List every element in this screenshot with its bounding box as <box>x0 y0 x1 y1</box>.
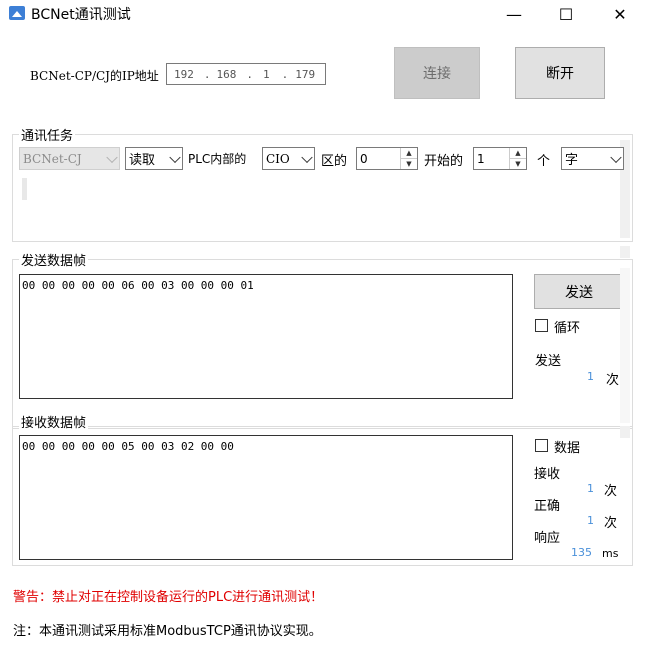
area-select[interactable]: CIO <box>262 147 315 170</box>
chevron-down-icon <box>106 151 118 163</box>
plc-label: PLC内部的 <box>188 152 247 166</box>
title-bar: BCNet通讯测试 — ☐ ✕ <box>0 0 651 28</box>
ip-octet-4: 179 <box>295 67 316 81</box>
unit-value: 字 <box>565 153 579 168</box>
count-value: 1 <box>477 151 485 166</box>
connect-button[interactable]: 连接 <box>394 47 480 99</box>
loop-checkbox[interactable] <box>535 319 548 332</box>
unit-select[interactable]: 字 <box>561 147 624 170</box>
app-icon <box>9 6 25 20</box>
recv-count: 1 <box>587 482 594 495</box>
correct-times-unit: 次 <box>604 516 618 531</box>
area-suffix-label: 区的 <box>321 154 348 169</box>
receive-scrollbar-top[interactable] <box>620 426 630 438</box>
device-value: BCNet-CJ <box>23 151 82 166</box>
area-value: CIO <box>266 151 290 166</box>
response-label: 响应 <box>534 531 561 546</box>
count-label: 个 <box>537 154 551 169</box>
device-select[interactable]: BCNet-CJ <box>19 147 120 170</box>
ip-octet-2: 168 <box>216 67 237 81</box>
close-button[interactable]: ✕ <box>597 0 643 28</box>
task-inner-scrollbar[interactable] <box>22 178 27 200</box>
send-scrollbar[interactable] <box>620 268 630 423</box>
response-ms: 135 <box>571 546 592 559</box>
correct-count: 1 <box>587 514 594 527</box>
chevron-down-icon <box>301 151 313 163</box>
data-label: 数据 <box>554 441 581 456</box>
recv-label: 接收 <box>534 467 561 482</box>
window-title: BCNet通讯测试 <box>31 7 131 23</box>
arrow-down-icon[interactable]: ▼ <box>510 159 526 169</box>
warning-text: 警告：禁止对正在控制设备运行的PLC进行通讯测试！ <box>13 590 324 605</box>
arrow-down-icon[interactable]: ▼ <box>401 159 417 169</box>
loop-label: 循环 <box>554 321 581 336</box>
start-address-value: 0 <box>360 151 368 166</box>
receive-group-title: 接收数据帧 <box>19 412 89 431</box>
data-checkbox[interactable] <box>535 439 548 452</box>
task-group-title: 通讯任务 <box>19 125 76 144</box>
ip-separator: . <box>281 67 289 81</box>
sent-label: 发送 <box>535 354 562 369</box>
note-text: 注：本通讯测试采用标准ModbusTCP通讯协议实现。 <box>13 624 322 639</box>
ip-separator: . <box>246 67 253 81</box>
sent-times-unit: 次 <box>606 373 620 388</box>
ip-octet-1: 192 <box>174 67 194 81</box>
start-address-stepper[interactable]: 0 ▲ ▼ <box>356 147 418 170</box>
disconnect-button[interactable]: 断开 <box>515 47 605 99</box>
minimize-button[interactable]: — <box>491 0 537 28</box>
dialog-body: BCNet-CP/CJ的IP地址 192 . 168 . 1 . 179 连接 … <box>0 28 651 650</box>
chevron-down-icon <box>610 151 622 163</box>
correct-label: 正确 <box>534 499 561 514</box>
ip-label: BCNet-CP/CJ的IP地址 <box>30 69 159 83</box>
send-group-title: 发送数据帧 <box>19 250 89 269</box>
ip-address-input[interactable]: 192 . 168 . 1 . 179 <box>166 63 326 85</box>
operation-value: 读取 <box>129 153 156 168</box>
maximize-button[interactable]: ☐ <box>543 0 589 28</box>
send-scrollbar-top[interactable] <box>620 246 630 258</box>
ms-unit: ms <box>602 547 619 560</box>
operation-select[interactable]: 读取 <box>125 147 183 170</box>
stepper-arrows[interactable]: ▲ ▼ <box>509 148 526 169</box>
send-button[interactable]: 发送 <box>534 274 624 309</box>
arrow-up-icon[interactable]: ▲ <box>510 148 526 159</box>
sent-count: 1 <box>587 370 594 383</box>
ip-octet-3: 1 <box>263 67 270 81</box>
send-frame-textarea[interactable]: 00 00 00 00 00 06 00 03 00 00 00 01 <box>19 274 513 399</box>
start-label: 开始的 <box>424 154 464 169</box>
chevron-down-icon <box>169 151 181 163</box>
stepper-arrows[interactable]: ▲ ▼ <box>400 148 417 169</box>
recv-times-unit: 次 <box>604 484 618 499</box>
ip-separator: . <box>203 67 211 81</box>
arrow-up-icon[interactable]: ▲ <box>401 148 417 159</box>
receive-frame-textarea[interactable]: 00 00 00 00 00 05 00 03 02 00 00 <box>19 435 513 560</box>
count-stepper[interactable]: 1 ▲ ▼ <box>473 147 527 170</box>
